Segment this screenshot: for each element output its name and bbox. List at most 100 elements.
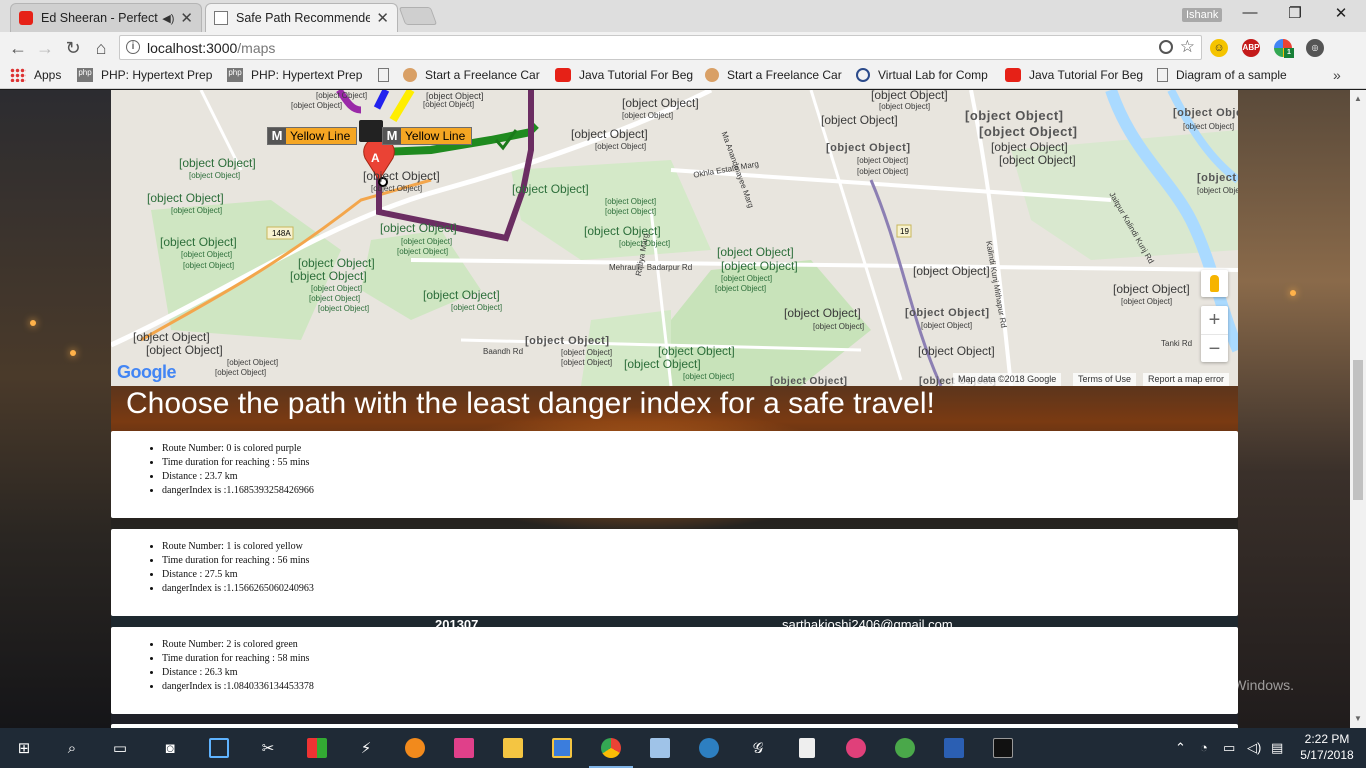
youtube-icon [19, 11, 33, 25]
map-place-label: [object Object] [658, 344, 735, 358]
maximize-button[interactable]: ❐ [1272, 4, 1318, 22]
report-map-error-link[interactable]: Report a map error [1143, 373, 1230, 386]
route-details-list: Route Number: 2 is colored green Time du… [162, 638, 314, 694]
map-place-label: [object Object] [1197, 172, 1238, 184]
bookmark-php-2[interactable]: php PHP: Hypertext Prep [227, 68, 362, 82]
adblock-extension-icon[interactable]: ABP [1242, 39, 1260, 57]
reload-icon[interactable]: ↻ [61, 36, 85, 60]
bookmark-star-icon[interactable]: ☆ [1180, 37, 1195, 57]
map-place-label: [object Object] [397, 247, 449, 256]
task-view-icon[interactable]: ▭ [106, 734, 134, 762]
colorful-extension-icon[interactable]: 1 [1274, 39, 1294, 58]
emoji-extension-icon[interactable]: ☺ [1210, 39, 1228, 57]
windows-start-icon[interactable]: ⊞ [10, 734, 38, 762]
page-scrollbar[interactable]: ▲ ▼ [1350, 90, 1366, 728]
camera-app-icon[interactable]: ◙ [156, 734, 184, 762]
scrollbar-thumb[interactable] [1353, 360, 1363, 500]
close-tab-icon[interactable]: ✕ [376, 9, 389, 27]
close-window-button[interactable]: ✕ [1318, 4, 1364, 22]
map-place-label: [object Object] [147, 191, 224, 205]
grammar-extension-icon[interactable]: ◎ [1306, 39, 1324, 57]
terms-of-use-link[interactable]: Terms of Use [1073, 373, 1137, 386]
chrome-icon[interactable] [589, 734, 633, 768]
url-text[interactable]: localhost:3000/maps [147, 40, 275, 56]
bookmark-java-1[interactable]: Java Tutorial For Beg [555, 68, 693, 82]
network-icon[interactable]: ◔ [1200, 740, 1208, 755]
search-icon[interactable]: ⌕ [58, 734, 86, 762]
home-icon[interactable]: ⌂ [89, 36, 113, 60]
scroll-down-icon[interactable]: ▼ [1354, 714, 1362, 723]
minimize-button[interactable]: — [1227, 4, 1273, 21]
location-icon[interactable] [1159, 40, 1173, 54]
google-logo[interactable]: Google [117, 362, 177, 383]
winamp-icon[interactable]: ⚡ [352, 734, 380, 762]
map-place-label: [object Object] [380, 221, 457, 235]
office-app-icon[interactable] [303, 734, 331, 762]
bookmark-freelance-2[interactable]: Start a Freelance Car [705, 68, 842, 82]
close-tab-icon[interactable]: ✕ [180, 9, 193, 27]
document-icon[interactable] [793, 734, 821, 762]
new-tab-button[interactable] [398, 7, 438, 25]
power-icon[interactable]: ▭ [1223, 740, 1235, 756]
browser-toolbar: ← → ↻ ⌂ i localhost:3000/maps ☆ ☺ ABP 1 … [0, 32, 1366, 93]
bookmark-apps[interactable]: Apps [10, 68, 61, 82]
map-place-label: [object Object] [1113, 282, 1190, 296]
more-bookmarks-icon[interactable]: » [1333, 67, 1341, 83]
show-hidden-icons[interactable]: ⌃ [1175, 740, 1186, 756]
profile-name[interactable]: Ishank [1182, 8, 1223, 22]
metro-label-yellow-line-2[interactable]: M Yellow Line [382, 127, 473, 145]
map-place-label: [object Object] [717, 245, 794, 259]
background-photo-left [0, 90, 111, 728]
zoom-in-button[interactable]: + [1201, 306, 1228, 334]
speaker-icon[interactable]: ◀) [162, 12, 174, 25]
google-map[interactable]: A 148A 19 M Yellow Line M Yellow Line [obj… [111, 90, 1238, 386]
route-distance: Distance : 27.5 km [162, 568, 314, 582]
bookmark-freelance-1[interactable]: Start a Freelance Car [378, 68, 540, 82]
tab-ed-sheeran[interactable]: Ed Sheeran - Perfect ( ◀) ✕ [10, 3, 202, 32]
background-light [1290, 290, 1296, 296]
snipping-tool-icon[interactable]: ✂ [254, 734, 282, 762]
arduino-icon[interactable] [695, 734, 723, 762]
route-duration: Time duration for reaching : 56 mins [162, 554, 314, 568]
word-icon[interactable] [940, 734, 968, 762]
page-icon [378, 68, 389, 82]
forward-icon[interactable]: → [33, 36, 57, 60]
address-bar[interactable]: i localhost:3000/maps ☆ [119, 35, 1202, 60]
map-place-label: [object Object] [857, 167, 909, 176]
volume-icon[interactable]: ◁) [1247, 740, 1261, 756]
firefox-icon[interactable] [401, 734, 429, 762]
map-place-label: [object Object] [160, 235, 237, 249]
back-icon[interactable]: ← [6, 36, 30, 60]
map-place-label: [object Object] [721, 259, 798, 273]
map-place-label: [object Object] [965, 108, 1064, 123]
bookmark-virtual-lab[interactable]: Virtual Lab for Comp [856, 68, 988, 82]
marker-label[interactable]: A [371, 151, 380, 165]
map-place-label: [object Object] [813, 322, 865, 331]
info-icon[interactable]: i [126, 40, 140, 54]
notifications-icon[interactable]: ▤ [1271, 740, 1283, 756]
bookmark-diagram[interactable]: Diagram of a sample [1157, 68, 1287, 82]
map-place-label: [object Object] [622, 96, 699, 110]
media-app-icon[interactable] [450, 734, 478, 762]
tab-safe-path[interactable]: Safe Path Recommender ✕ [205, 3, 398, 32]
gp-app-icon[interactable]: 𝒢 [744, 734, 772, 762]
scroll-up-icon[interactable]: ▲ [1354, 94, 1362, 103]
metro-label-yellow-line-1[interactable]: M Yellow Line [267, 127, 358, 145]
file-explorer-icon[interactable] [499, 734, 527, 762]
globe-app-icon[interactable] [891, 734, 919, 762]
zoom-out-button[interactable]: − [1201, 334, 1228, 362]
bookmark-java-2[interactable]: Java Tutorial For Beg [1005, 68, 1143, 82]
street-view-pegman-icon[interactable] [1201, 270, 1228, 297]
map-place-label: [object Object] [683, 372, 735, 381]
map-place-label: [object Object] [1183, 122, 1235, 131]
bookmark-php-1[interactable]: php PHP: Hypertext Prep [77, 68, 212, 82]
store-app-icon[interactable] [548, 734, 576, 762]
map-place-label: [object Object] [918, 344, 995, 358]
map-place-label: [object Object] [913, 264, 990, 278]
app-icon[interactable] [205, 734, 233, 762]
map-place-label: [object Object] [622, 111, 674, 120]
virtualbox-icon[interactable] [646, 734, 674, 762]
command-prompt-icon[interactable] [989, 734, 1017, 762]
taskbar-clock[interactable]: 2:22 PM 5/17/2018 [1296, 731, 1358, 763]
flickr-app-icon[interactable] [842, 734, 870, 762]
